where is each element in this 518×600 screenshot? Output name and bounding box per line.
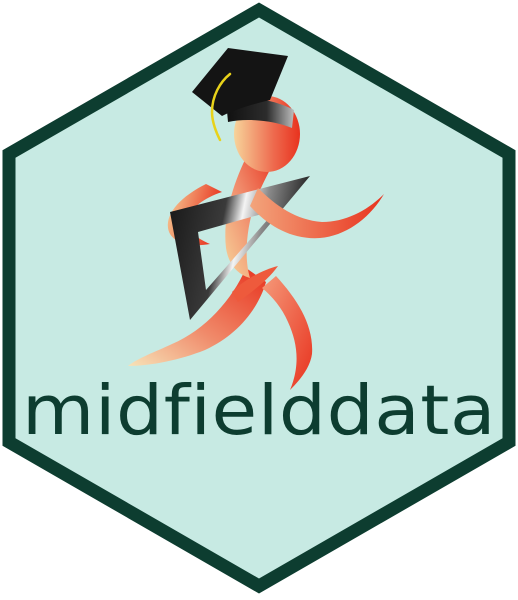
logo-wordmark: midfielddata [22,371,496,451]
hex-sticker-graphic: midfielddata [2,2,516,594]
hex-sticker: midfielddata [0,0,518,600]
